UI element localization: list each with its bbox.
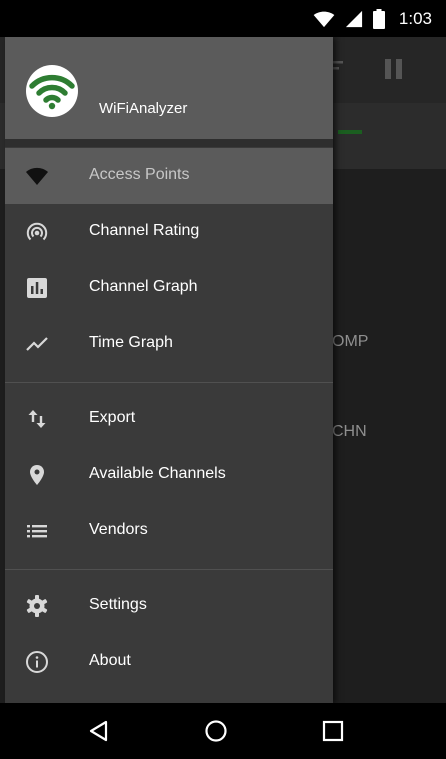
app-logo	[26, 65, 78, 117]
list-icon	[27, 525, 47, 538]
battery-icon	[372, 9, 385, 29]
menu-item-label: About	[89, 652, 131, 669]
import-export-icon	[28, 410, 46, 428]
menu-item-label: Channel Rating	[89, 222, 200, 239]
navigation-drawer: WiFiAnalyzer Access Points Channel Ratin…	[5, 37, 333, 703]
recents-icon[interactable]	[321, 719, 345, 743]
drawer-header: WiFiAnalyzer	[5, 37, 333, 147]
location-pin-icon	[30, 465, 44, 485]
menu-item-export[interactable]: Export	[5, 391, 333, 447]
status-bar: 1:03	[0, 0, 446, 37]
menu-item-channel-rating[interactable]: Channel Rating	[5, 204, 333, 260]
peek-label: OMP	[332, 333, 369, 350]
wifi-tethering-icon	[26, 222, 48, 241]
peek-label: CHN	[332, 423, 367, 440]
divider	[5, 382, 333, 383]
divider	[5, 569, 333, 570]
status-time: 1:03	[398, 9, 432, 28]
wifi-icon	[26, 167, 48, 185]
menu-item-access-points[interactable]: Access Points	[5, 148, 333, 204]
menu-item-settings[interactable]: Settings	[5, 578, 333, 634]
menu-item-about[interactable]: About	[5, 634, 333, 690]
menu-item-label: Channel Graph	[89, 278, 198, 295]
drawer-menu: Access Points Channel Rating Channel Gra…	[5, 148, 333, 690]
menu-item-vendors[interactable]: Vendors	[5, 503, 333, 559]
menu-item-label: Access Points	[89, 166, 190, 183]
home-icon[interactable]	[204, 719, 228, 743]
wifi-logo-icon	[29, 74, 75, 110]
pause-icon	[385, 59, 402, 79]
cell-signal-icon	[345, 10, 363, 28]
menu-item-label: Time Graph	[89, 334, 173, 351]
menu-item-label: Settings	[89, 596, 147, 613]
status-icons: 1:03	[313, 9, 432, 29]
line-chart-icon	[26, 337, 48, 351]
gear-icon	[26, 595, 48, 617]
back-icon[interactable]	[87, 719, 111, 743]
app-name: WiFiAnalyzer	[99, 100, 188, 117]
info-icon	[26, 651, 48, 673]
navigation-bar	[0, 703, 446, 759]
menu-item-label: Vendors	[89, 521, 148, 538]
menu-item-channel-graph[interactable]: Channel Graph	[5, 260, 333, 316]
menu-item-available-channels[interactable]: Available Channels	[5, 447, 333, 503]
wifi-signal-icon	[313, 11, 335, 28]
connection-indicator	[338, 130, 362, 134]
menu-item-label: Available Channels	[89, 465, 226, 482]
bar-chart-icon	[27, 278, 47, 298]
menu-item-time-graph[interactable]: Time Graph	[5, 316, 333, 372]
menu-item-label: Export	[89, 409, 136, 426]
